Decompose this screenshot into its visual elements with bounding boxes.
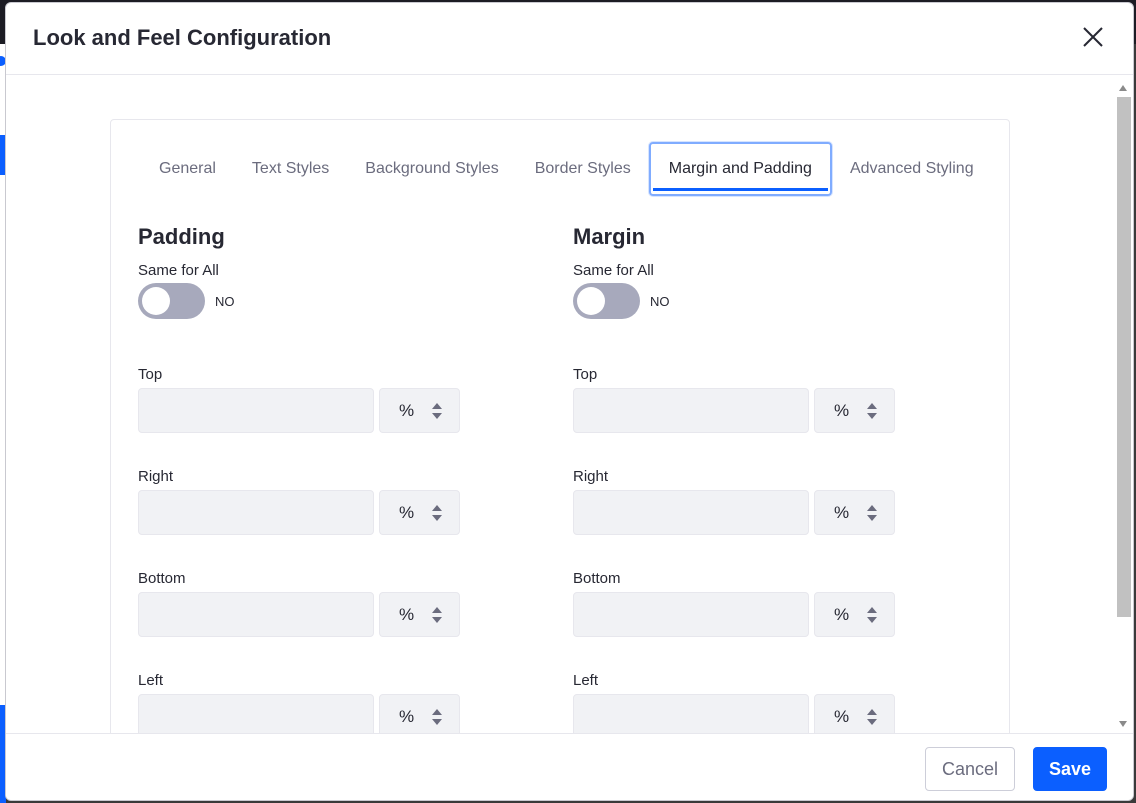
margin-top-input[interactable] xyxy=(573,388,809,433)
padding-title: Padding xyxy=(138,224,225,249)
padding-toggle-state: NO xyxy=(215,293,235,309)
cancel-button[interactable]: Cancel xyxy=(925,747,1015,791)
toggle-knob xyxy=(142,287,170,315)
padding-same-for-all-toggle[interactable] xyxy=(138,283,205,319)
margin-same-for-all-label: Same for All xyxy=(573,262,654,279)
toggle-knob xyxy=(577,287,605,315)
padding-bottom-unit-select[interactable]: % xyxy=(379,592,460,637)
margin-title: Margin xyxy=(573,224,646,249)
close-button[interactable] xyxy=(1081,25,1105,49)
padding-same-for-all-label: Same for All xyxy=(138,262,219,279)
margin-left-unit-select[interactable]: % xyxy=(814,694,895,733)
select-arrows-icon xyxy=(867,403,877,421)
margin-toggle-state: NO xyxy=(650,293,670,309)
tab-advanced-styling[interactable]: Advanced Styling xyxy=(832,142,992,196)
modal-header: Look and Feel Configuration xyxy=(6,3,1133,75)
padding-right-unit-select[interactable]: % xyxy=(379,490,460,535)
select-arrows-icon xyxy=(432,709,442,727)
unit-value: % xyxy=(834,707,850,726)
margin-toggle-row: NO xyxy=(573,283,903,319)
unit-value: % xyxy=(834,503,850,522)
save-button[interactable]: Save xyxy=(1033,747,1107,791)
scroll-up-icon[interactable] xyxy=(1119,85,1127,91)
margin-left-field: Left % xyxy=(573,672,903,733)
padding-top-field: Top % xyxy=(138,366,468,433)
padding-left-input[interactable] xyxy=(138,694,374,733)
margin-bottom-label: Bottom xyxy=(573,570,621,587)
margin-left-label: Left xyxy=(573,672,599,689)
margin-right-unit-select[interactable]: % xyxy=(814,490,895,535)
margin-right-input[interactable] xyxy=(573,490,809,535)
scroll-down-icon[interactable] xyxy=(1119,721,1127,727)
unit-value: % xyxy=(834,605,850,624)
select-arrows-icon xyxy=(867,709,877,727)
tab-background-styles[interactable]: Background Styles xyxy=(347,142,516,196)
unit-value: % xyxy=(834,401,850,420)
padding-toggle-row: NO xyxy=(138,283,468,319)
tab-border-styles[interactable]: Border Styles xyxy=(517,142,649,196)
padding-section: Padding Same for All NO Top % Right % Bo… xyxy=(138,224,468,733)
margin-left-input[interactable] xyxy=(573,694,809,733)
padding-top-input[interactable] xyxy=(138,388,374,433)
select-arrows-icon xyxy=(432,403,442,421)
padding-bottom-label: Bottom xyxy=(138,570,186,587)
modal-title: Look and Feel Configuration xyxy=(33,25,332,50)
margin-bottom-input[interactable] xyxy=(573,592,809,637)
margin-top-field: Top % xyxy=(573,366,903,433)
margin-bottom-field: Bottom % xyxy=(573,570,903,637)
unit-value: % xyxy=(399,401,415,420)
padding-bottom-input[interactable] xyxy=(138,592,374,637)
margin-top-unit-select[interactable]: % xyxy=(814,388,895,433)
select-arrows-icon xyxy=(432,607,442,625)
select-arrows-icon xyxy=(867,505,877,523)
padding-left-label: Left xyxy=(138,672,164,689)
close-icon xyxy=(1083,27,1103,47)
margin-bottom-unit-select[interactable]: % xyxy=(814,592,895,637)
config-sheet: General Text Styles Background Styles Bo… xyxy=(110,119,1010,733)
padding-right-field: Right % xyxy=(138,468,468,535)
margin-right-field: Right % xyxy=(573,468,903,535)
padding-left-unit-select[interactable]: % xyxy=(379,694,460,733)
padding-right-input[interactable] xyxy=(138,490,374,535)
tab-margin-and-padding[interactable]: Margin and Padding xyxy=(648,142,832,196)
padding-left-field: Left % xyxy=(138,672,468,733)
tab-general[interactable]: General xyxy=(141,142,234,196)
margin-section: Margin Same for All NO Top % Right % Bot… xyxy=(573,224,903,733)
modal-footer: Cancel Save xyxy=(6,733,1133,800)
margin-right-label: Right xyxy=(573,468,609,485)
unit-value: % xyxy=(399,503,415,522)
modal-body: General Text Styles Background Styles Bo… xyxy=(6,75,1114,733)
padding-top-unit-select[interactable]: % xyxy=(379,388,460,433)
look-and-feel-modal: Look and Feel Configuration General Text… xyxy=(5,2,1134,801)
padding-top-label: Top xyxy=(138,366,163,383)
modal-scrollbar[interactable] xyxy=(1115,79,1131,731)
unit-value: % xyxy=(399,605,415,624)
padding-right-label: Right xyxy=(138,468,174,485)
select-arrows-icon xyxy=(867,607,877,625)
select-arrows-icon xyxy=(432,505,442,523)
tab-text-styles[interactable]: Text Styles xyxy=(234,142,347,196)
scroll-thumb[interactable] xyxy=(1117,97,1131,617)
unit-value: % xyxy=(399,707,415,726)
margin-same-for-all-toggle[interactable] xyxy=(573,283,640,319)
margin-top-label: Top xyxy=(573,366,598,383)
tab-bar: General Text Styles Background Styles Bo… xyxy=(141,142,992,196)
padding-bottom-field: Bottom % xyxy=(138,570,468,637)
